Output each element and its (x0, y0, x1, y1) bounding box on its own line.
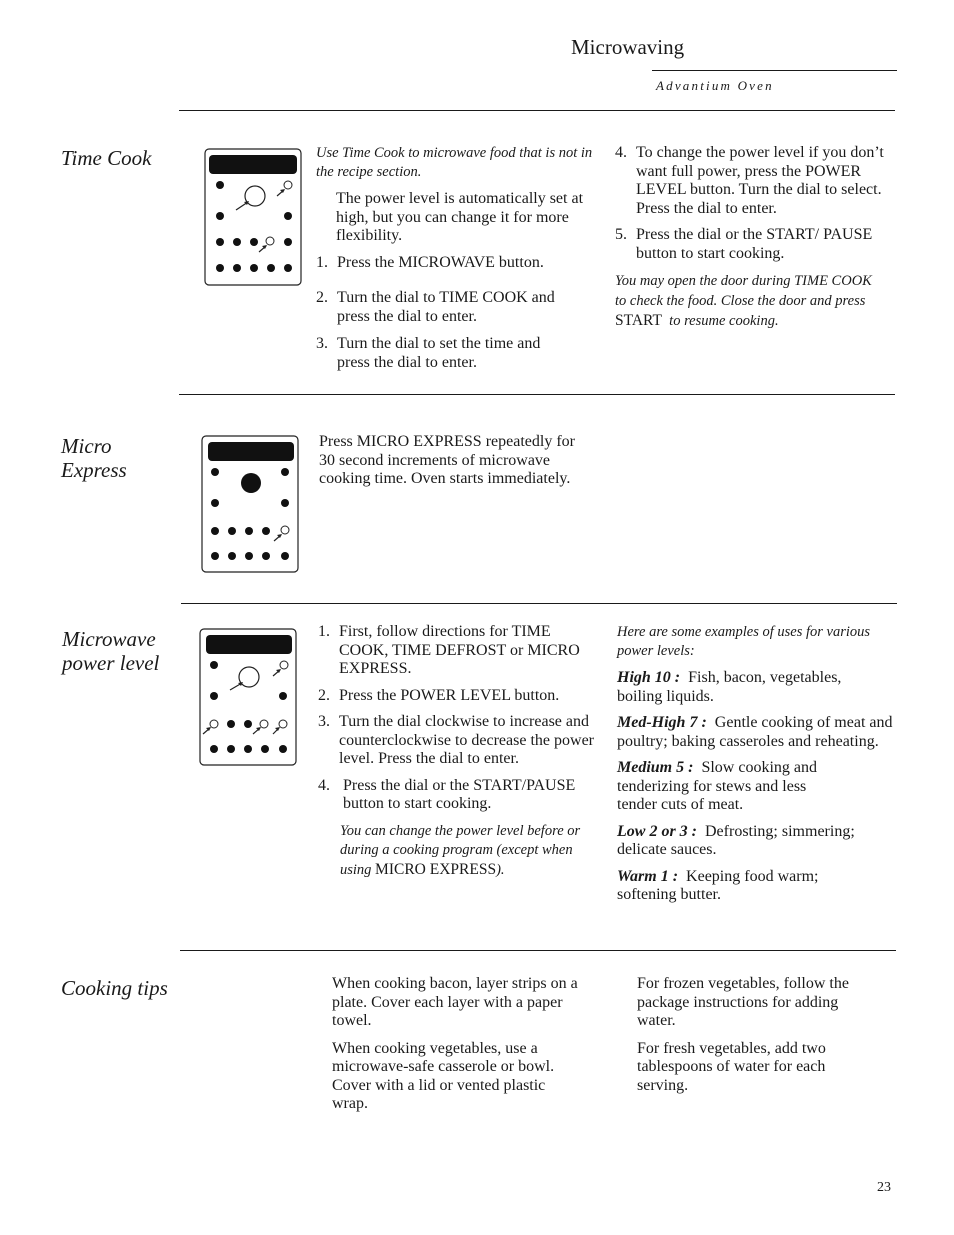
list-item: 4. To change the power level if you don’t… (615, 144, 884, 217)
list-item: 2. Press the POWER LEVEL button. (318, 686, 560, 704)
display-icon (208, 442, 294, 461)
time-cook-steps: 1. Press the MICROWAVE button. 2. Turn the… (316, 254, 576, 373)
cooking-tip: When cooking bacon, layer strips on a pl… (332, 975, 578, 1029)
list-item: 3. Turn the dial clockwise to increase an… (318, 713, 594, 767)
cooking-tip: For fresh vegetables, add two tablespoon… (637, 1039, 826, 1094)
section-divider (180, 950, 896, 951)
time-cook-right-column: 4. To change the power level if you don’t… (615, 144, 885, 332)
list-item: 4. Press the dial or the START/PAUSE butt… (318, 776, 576, 813)
display-icon (206, 635, 292, 654)
power-level-example: Medium 5 : Slow cooking and tenderizing … (617, 759, 817, 813)
section-title-time-cook: Time Cook (61, 146, 152, 170)
section-title-power-level: Microwave power level (62, 627, 160, 675)
page-header-subtitle: Advantium Oven (656, 78, 774, 93)
time-cook-intro-italic: Use Time Cook to microwave food that is … (316, 145, 593, 180)
micro-express-text: Press MICRO EXPRESS repeatedly for 30 se… (319, 433, 575, 487)
header-rule (652, 70, 897, 71)
power-level-examples-column: Here are some examples of uses for vario… (617, 623, 902, 905)
page-number: 23 (877, 1180, 891, 1195)
power-level-note: You can change the power level before or… (340, 822, 581, 878)
page-header-title: Microwaving (571, 35, 685, 59)
list-item: 3. Turn the dial to set the time and pres… (316, 335, 541, 371)
time-cook-intro: The power level is automatically set at … (336, 190, 584, 244)
list-item: 5. Press the dial or the START/ PAUSE but… (615, 226, 873, 262)
list-item: 1. First, follow directions for TIME COOK… (318, 623, 580, 677)
section-title-cooking-tips: Cooking tips (61, 976, 168, 1000)
cooking-tip: When cooking vegetables, use a microwave… (332, 1039, 555, 1113)
power-level-example: Warm 1 : Keeping food warm; softening bu… (617, 867, 819, 904)
power-level-example: Low 2 or 3 : Defrosting; simmering; deli… (617, 822, 855, 859)
time-cook-steps-continued: 4. To change the power level if you don’t… (615, 144, 885, 263)
examples-intro: Here are some examples of uses for vario… (617, 624, 871, 659)
section-divider (179, 394, 895, 395)
display-icon (209, 155, 297, 174)
control-panel-diagram-time-cook (204, 148, 302, 286)
time-cook-left-column: Use Time Cook to microwave food that is … (316, 144, 596, 372)
list-item: 2. Turn the dial to TIME COOK and press t… (316, 289, 555, 325)
power-level-example: High 10 : Fish, bacon, vegetables, boili… (617, 669, 842, 705)
power-level-example: Med-High 7 : Gentle cooking of meat and … (617, 714, 893, 750)
list-item: 1. Press the MICROWAVE button. (316, 253, 544, 271)
section-divider (181, 603, 897, 604)
section-title-micro-express: Micro Express (61, 434, 127, 482)
power-level-examples: High 10 : Fish, bacon, vegetables, boili… (617, 669, 902, 905)
cooking-tip: For frozen vegetables, follow the packag… (637, 975, 849, 1029)
cooking-tips-left-column: When cooking bacon, layer strips on a pl… (332, 975, 594, 1114)
control-panel-diagram-power-level (199, 628, 297, 766)
control-panel-diagram-micro-express (201, 435, 299, 573)
cooking-tips-right-column: For frozen vegetables, follow the packag… (637, 975, 862, 1095)
dial-icon (241, 473, 261, 493)
power-level-steps: 1. First, follow directions for TIME COOK… (318, 623, 603, 814)
power-level-steps-column: 1. First, follow directions for TIME COOK… (318, 623, 603, 880)
time-cook-note: You may open the door during TIME COOK t… (615, 273, 872, 329)
section-divider (179, 110, 895, 111)
